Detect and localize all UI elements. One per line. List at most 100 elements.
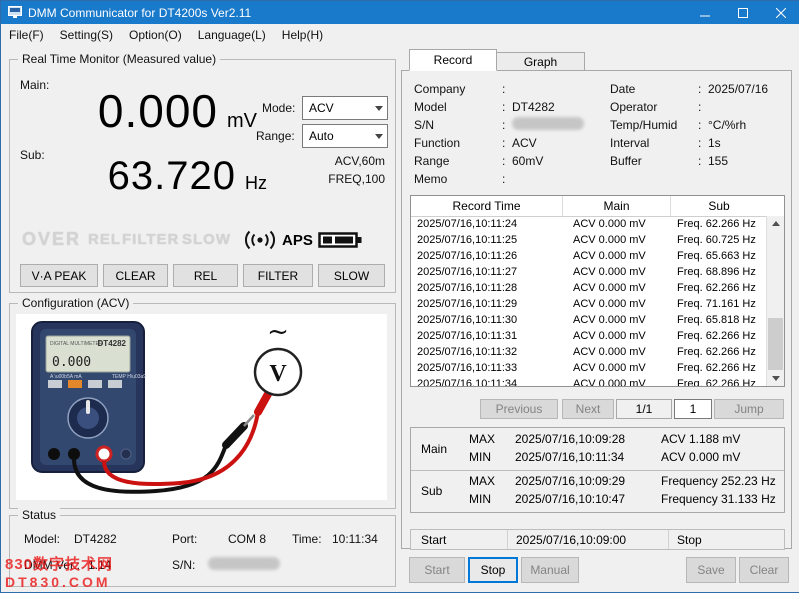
record-cell: 2025/07/16,10:11:28 xyxy=(411,282,563,294)
main-max-label: MAX xyxy=(469,432,495,446)
sub-min-value: Frequency 31.133 Hz xyxy=(661,492,776,506)
record-row[interactable]: 2025/07/16,10:11:31ACV 0.000 mVFreq. 62.… xyxy=(411,328,767,344)
scrollbar-thumb[interactable] xyxy=(768,318,783,370)
page-number-input[interactable] xyxy=(674,399,712,419)
manual-button[interactable]: Manual xyxy=(521,557,579,583)
wireless-signal-icon xyxy=(244,230,276,255)
info-value: ACV xyxy=(512,136,604,150)
scroll-down-icon[interactable] xyxy=(767,371,784,386)
record-row[interactable]: 2025/07/16,10:11:27ACV 0.000 mVFreq. 68.… xyxy=(411,264,767,280)
jump-button[interactable]: Jump xyxy=(714,399,784,419)
start-button[interactable]: Start xyxy=(409,557,465,583)
mode-selected-value: ACV xyxy=(303,101,370,115)
maximize-button[interactable] xyxy=(724,1,762,24)
menu-setting[interactable]: Setting(S) xyxy=(52,25,121,45)
info-separator: : xyxy=(698,136,708,150)
menu-help[interactable]: Help(H) xyxy=(274,25,331,45)
info-label: Function xyxy=(414,136,502,150)
mode-select[interactable]: ACV xyxy=(302,96,388,120)
main-readout: 0.000 mV xyxy=(10,84,257,138)
record-row[interactable]: 2025/07/16,10:11:25ACV 0.000 mVFreq. 60.… xyxy=(411,232,767,248)
info-label: Range xyxy=(414,154,502,168)
menu-file[interactable]: File(F) xyxy=(1,25,52,45)
aps-indicator: APS xyxy=(282,232,313,249)
vertical-scrollbar[interactable] xyxy=(766,216,784,386)
main-max-value: ACV 1.188 mV xyxy=(661,432,740,446)
record-row[interactable]: 2025/07/16,10:11:33ACV 0.000 mVFreq. 62.… xyxy=(411,360,767,376)
info-label: Operator xyxy=(610,100,698,114)
main-min-value: ACV 0.000 mV xyxy=(661,450,740,464)
range-info: ACV,60m xyxy=(335,154,385,168)
stop-button[interactable]: Stop xyxy=(468,557,518,583)
info-separator: : xyxy=(502,118,512,132)
record-cell: 2025/07/16,10:11:30 xyxy=(411,314,563,326)
record-cell: ACV 0.000 mV xyxy=(563,250,671,262)
record-table-header: Record Time Main Sub xyxy=(411,196,784,217)
column-header-record-time[interactable]: Record Time xyxy=(411,196,563,216)
status-group: Status Model: DT4282 Port: COM 8 Time: 1… xyxy=(9,515,396,587)
rel-button[interactable]: REL xyxy=(173,264,238,287)
over-indicator: OVER xyxy=(22,229,81,250)
record-cell: Freq. 62.266 Hz xyxy=(671,378,767,386)
freq-info: FREQ,100 xyxy=(328,172,385,186)
clear-rel-button[interactable]: CLEAR xyxy=(103,264,168,287)
record-info-left: Company:Model:DT4282S/N:Function:ACVRang… xyxy=(414,80,604,188)
info-label: S/N xyxy=(414,118,502,132)
record-cell: Freq. 60.725 Hz xyxy=(671,234,767,246)
record-row[interactable]: 2025/07/16,10:11:32ACV 0.000 mVFreq. 62.… xyxy=(411,344,767,360)
menu-option[interactable]: Option(O) xyxy=(121,25,190,45)
info-separator: : xyxy=(698,154,708,168)
record-cell: Freq. 71.161 Hz xyxy=(671,298,767,310)
record-row[interactable]: 2025/07/16,10:11:34ACV 0.000 mVFreq. 62.… xyxy=(411,376,767,386)
info-separator: : xyxy=(502,172,512,186)
info-value xyxy=(512,117,604,133)
close-button[interactable] xyxy=(762,1,799,24)
save-button[interactable]: Save xyxy=(686,557,736,583)
svg-text:0.000: 0.000 xyxy=(52,355,91,370)
record-cell: Freq. 65.663 Hz xyxy=(671,250,767,262)
svg-text:DIGITAL MULTIMETER: DIGITAL MULTIMETER xyxy=(50,341,103,347)
info-value: DT4282 xyxy=(512,100,604,114)
status-sn-redacted xyxy=(208,557,280,570)
record-row[interactable]: 2025/07/16,10:11:28ACV 0.000 mVFreq. 62.… xyxy=(411,280,767,296)
realtime-monitor-legend: Real Time Monitor (Measured value) xyxy=(18,52,220,66)
main-max-time: 2025/07/16,10:09:28 xyxy=(515,432,625,446)
tab-graph[interactable]: Graph xyxy=(497,52,585,71)
info-separator: : xyxy=(698,118,708,132)
window-title: DMM Communicator for DT4200s Ver2.11 xyxy=(28,6,251,20)
menu-language[interactable]: Language(L) xyxy=(190,25,274,45)
previous-page-button[interactable]: Previous xyxy=(480,399,558,419)
clear-button[interactable]: Clear xyxy=(739,557,789,583)
scroll-up-icon[interactable] xyxy=(767,216,784,231)
filter-button[interactable]: FILTER xyxy=(243,264,313,287)
record-row[interactable]: 2025/07/16,10:11:30ACV 0.000 mVFreq. 65.… xyxy=(411,312,767,328)
chevron-down-icon xyxy=(370,106,387,111)
record-row[interactable]: 2025/07/16,10:11:26ACV 0.000 mVFreq. 65.… xyxy=(411,248,767,264)
minimize-button[interactable] xyxy=(686,1,724,24)
maxmin-divider xyxy=(411,470,784,471)
start-stop-row: Start 2025/07/16,10:09:00 Stop xyxy=(410,529,785,550)
record-cell: 2025/07/16,10:11:33 xyxy=(411,362,563,374)
info-label: Company xyxy=(414,82,502,96)
info-label: Model xyxy=(414,100,502,114)
next-page-button[interactable]: Next xyxy=(562,399,614,419)
record-row[interactable]: 2025/07/16,10:11:24ACV 0.000 mVFreq. 62.… xyxy=(411,216,767,232)
sub-min-label: MIN xyxy=(469,492,491,506)
slow-button[interactable]: SLOW xyxy=(318,264,385,287)
va-peak-button[interactable]: V·A PEAK xyxy=(20,264,98,287)
info-separator: : xyxy=(502,82,512,96)
record-cell: ACV 0.000 mV xyxy=(563,362,671,374)
info-separator: : xyxy=(502,100,512,114)
info-row-sn: S/N: xyxy=(414,116,604,134)
svg-text:V: V xyxy=(269,361,287,387)
range-select[interactable]: Auto xyxy=(302,124,388,148)
record-cell: Freq. 62.266 Hz xyxy=(671,330,767,342)
tab-record[interactable]: Record xyxy=(409,49,497,71)
column-header-sub[interactable]: Sub xyxy=(671,196,767,216)
slow-indicator: SLOW xyxy=(182,231,231,248)
info-label: Temp/Humid xyxy=(610,118,698,132)
column-header-main[interactable]: Main xyxy=(563,196,671,216)
status-ver-value: 1.14 xyxy=(88,558,111,572)
record-row[interactable]: 2025/07/16,10:11:29ACV 0.000 mVFreq. 71.… xyxy=(411,296,767,312)
record-cell: ACV 0.000 mV xyxy=(563,330,671,342)
